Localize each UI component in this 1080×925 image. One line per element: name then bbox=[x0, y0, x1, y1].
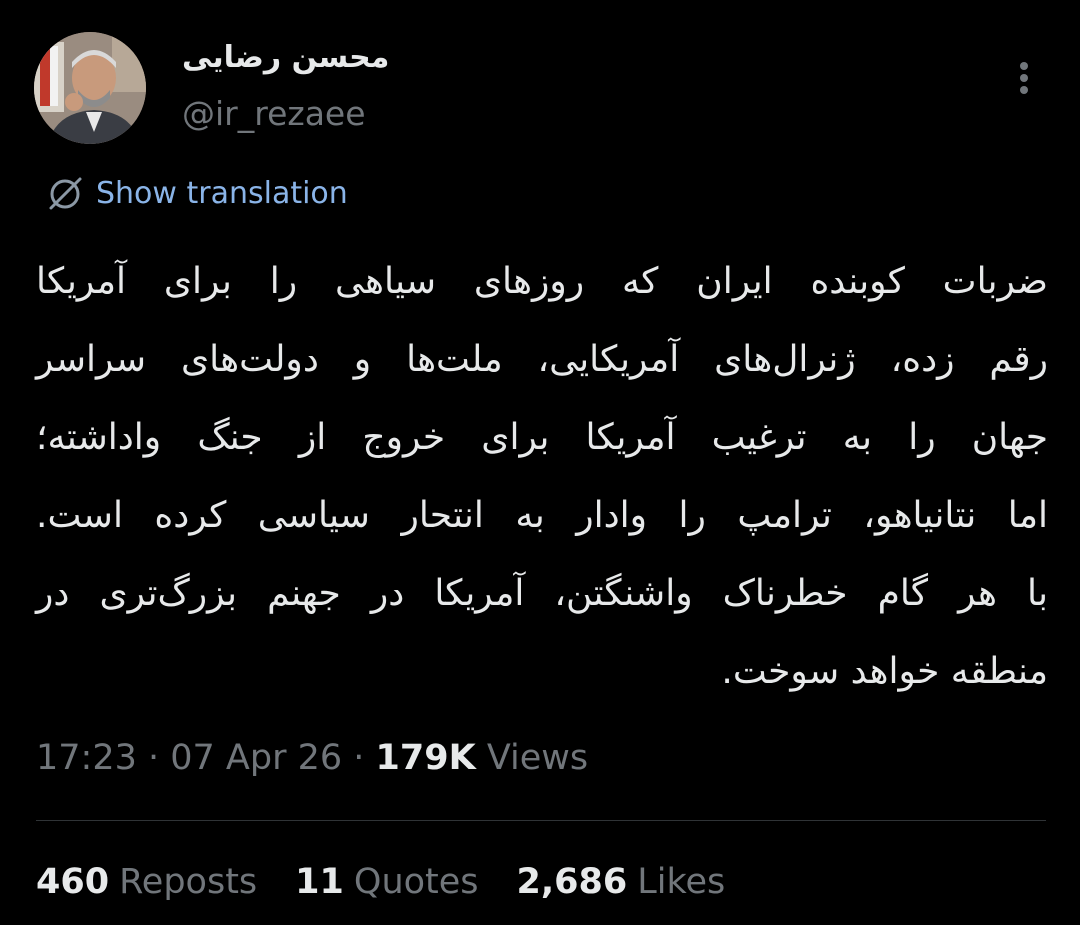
meta-separator: · bbox=[342, 738, 376, 778]
engagement-stats: 460 Reposts 11 Quotes 2,686 Likes bbox=[36, 862, 763, 902]
divider bbox=[36, 820, 1046, 821]
quotes-label: Quotes bbox=[353, 862, 479, 902]
author-display-name[interactable]: محسن رضایی bbox=[182, 40, 389, 75]
tweet-text-line: رقم زده، ژنرال‌های آمریکایی، ملت‌ها و دو… bbox=[36, 339, 1048, 380]
tweet-text-line: با هر گام خطرناک واشنگتن، آمریکا در جهنم… bbox=[36, 573, 1048, 614]
reposts-count: 460 bbox=[36, 862, 110, 902]
more-options-button[interactable] bbox=[1006, 56, 1042, 100]
tweet-text-line: ضربات کوبنده ایران که روزهای سیاهی را بر… bbox=[36, 261, 1048, 302]
views-count: 179K bbox=[375, 738, 476, 778]
tweet-time[interactable]: 17:23 bbox=[36, 738, 137, 778]
avatar[interactable] bbox=[34, 32, 146, 144]
more-vertical-icon bbox=[1020, 62, 1028, 70]
reposts-label: Reposts bbox=[119, 862, 258, 902]
tweet-date[interactable]: 07 Apr 26 bbox=[170, 738, 342, 778]
quotes-count: 11 bbox=[295, 862, 344, 902]
views-label: Views bbox=[475, 738, 589, 778]
meta-separator: · bbox=[136, 738, 171, 778]
tweet-meta: 17:23 · 07 Apr 26 · 179K Views bbox=[36, 738, 588, 778]
tweet-text: ضربات کوبنده ایران که روزهای سیاهی را بر… bbox=[36, 243, 1048, 711]
likes-label: Likes bbox=[637, 862, 726, 902]
author-handle[interactable]: @ir_rezaee bbox=[182, 94, 366, 133]
reposts-stat[interactable]: 460 Reposts bbox=[36, 862, 257, 902]
tweet-text-line: اما نتانیاهو، ترامپ را وادار به انتحار س… bbox=[36, 495, 1048, 536]
globe-slash-icon bbox=[49, 177, 82, 210]
likes-count: 2,686 bbox=[516, 862, 628, 902]
show-translation-label: Show translation bbox=[96, 175, 348, 211]
quotes-stat[interactable]: 11 Quotes bbox=[295, 862, 478, 902]
likes-stat[interactable]: 2,686 Likes bbox=[517, 862, 726, 902]
show-translation-button[interactable]: Show translation bbox=[44, 170, 348, 216]
profile-photo bbox=[34, 32, 146, 144]
tweet-text-line: جهان را به ترغیب آمریکا برای خروج از جنگ… bbox=[36, 417, 1048, 458]
tweet-text-line: منطقه خواهد سوخت. bbox=[721, 651, 1048, 692]
